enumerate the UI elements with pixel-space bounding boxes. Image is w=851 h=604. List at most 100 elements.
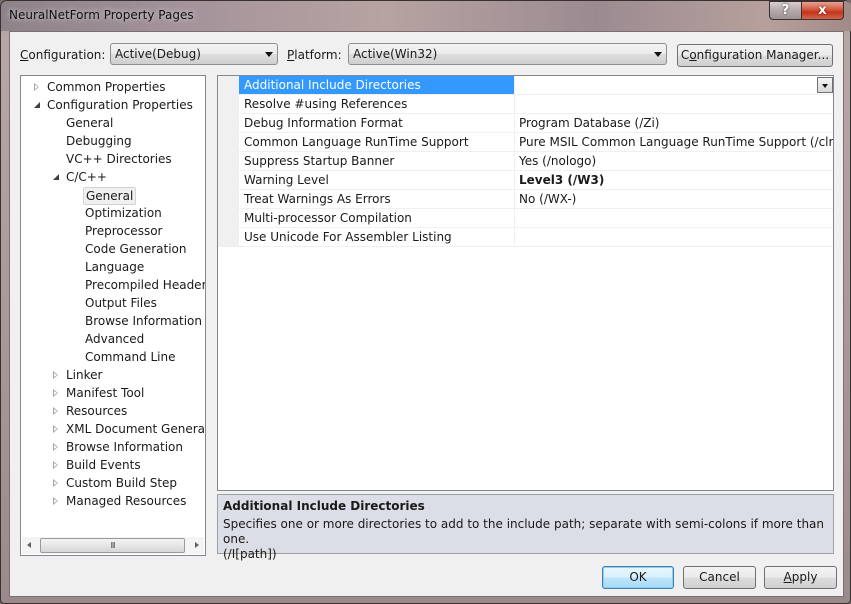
chevron-down-icon	[265, 52, 273, 57]
tree-item[interactable]: Manifest Tool	[21, 385, 205, 402]
property-name[interactable]: Additional Include Directories	[239, 76, 515, 94]
cancel-button[interactable]: Cancel	[683, 566, 756, 589]
tree-item[interactable]: Precompiled Headers	[21, 277, 205, 294]
tree-item[interactable]: C/C++	[21, 169, 205, 186]
collapsed-arrow-icon[interactable]	[53, 425, 58, 433]
tree-item[interactable]: VC++ Directories	[21, 151, 205, 168]
collapsed-arrow-icon[interactable]	[53, 479, 58, 487]
collapsed-arrow-icon[interactable]	[53, 389, 58, 397]
tree-item-label: Manifest Tool	[66, 386, 145, 400]
property-value[interactable]	[515, 76, 833, 94]
collapsed-arrow-icon[interactable]	[53, 371, 58, 379]
tree-item-label: Linker	[66, 368, 103, 382]
property-value[interactable]	[515, 228, 833, 246]
property-value[interactable]: Pure MSIL Common Language RunTime Suppor…	[515, 133, 833, 151]
tree-item[interactable]: Common Properties	[21, 79, 205, 96]
property-name[interactable]: Warning Level	[239, 171, 515, 189]
property-value[interactable]	[515, 95, 833, 113]
property-value[interactable]: Program Database (/Zi)	[515, 114, 833, 132]
tree-item[interactable]: Preprocessor	[21, 223, 205, 240]
tree-item[interactable]: Browse Information	[21, 313, 205, 330]
tree-item-label: Common Properties	[47, 80, 166, 94]
window-title: NeuralNetForm Property Pages	[9, 8, 194, 22]
property-row[interactable]: Multi-processor Compilation	[239, 209, 833, 228]
close-button[interactable]: x	[801, 1, 844, 20]
configuration-manager-button[interactable]: Configuration Manager...	[677, 44, 833, 67]
tree-item[interactable]: Language	[21, 259, 205, 276]
property-value[interactable]: Yes (/nologo)	[515, 152, 833, 170]
tree-item[interactable]: Managed Resources	[21, 493, 205, 510]
property-row[interactable]: Treat Warnings As Errors No (/WX-)	[239, 190, 833, 209]
collapsed-arrow-icon[interactable]	[53, 443, 58, 451]
tree-item[interactable]: Optimization	[21, 205, 205, 222]
collapsed-arrow-icon[interactable]	[34, 83, 39, 91]
title-bar[interactable]: NeuralNetForm Property Pages ? x	[1, 1, 851, 31]
platform-select[interactable]: Active(Win32)	[348, 43, 667, 65]
tree-item[interactable]: General	[21, 115, 205, 132]
property-name[interactable]: Resolve #using References	[239, 95, 515, 113]
grid-gutter	[218, 76, 239, 247]
tree-item[interactable]: XML Document Generator	[21, 421, 205, 438]
tree-item-label: Resources	[66, 404, 128, 418]
property-value[interactable]: No (/WX-)	[515, 190, 833, 208]
tree-item-label: Preprocessor	[85, 224, 163, 238]
tree-item[interactable]: Linker	[21, 367, 205, 384]
tree-item[interactable]: Code Generation	[21, 241, 205, 258]
description-text: Specifies one or more directories to add…	[223, 517, 825, 546]
property-name[interactable]: Multi-processor Compilation	[239, 209, 515, 227]
tree-item-label: Optimization	[85, 206, 162, 220]
tree-item-label: Precompiled Headers	[85, 278, 206, 292]
description-switch: (/I[path])	[223, 547, 277, 561]
collapsed-arrow-icon[interactable]	[53, 497, 58, 505]
tree-item[interactable]: Browse Information	[21, 439, 205, 456]
expanded-arrow-icon[interactable]	[53, 174, 59, 180]
tree-item[interactable]: Resources	[21, 403, 205, 420]
property-row[interactable]: Additional Include Directories	[239, 76, 833, 95]
ok-button[interactable]: OK	[602, 566, 674, 589]
tree-item[interactable]: Custom Build Step	[21, 475, 205, 492]
collapsed-arrow-icon[interactable]	[53, 407, 58, 415]
property-name[interactable]: Suppress Startup Banner	[239, 152, 515, 170]
tree-item-label: Managed Resources	[66, 494, 187, 508]
configuration-select[interactable]: Active(Debug)	[110, 43, 278, 65]
scroll-thumb[interactable]: III	[40, 538, 185, 553]
help-button[interactable]: ?	[769, 1, 802, 20]
tree-item-label: C/C++	[66, 170, 107, 184]
property-row[interactable]: Suppress Startup Banner Yes (/nologo)	[239, 152, 833, 171]
value-dropdown-button[interactable]	[817, 77, 833, 93]
scroll-left-icon[interactable]	[27, 542, 31, 548]
property-row[interactable]: Warning Level Level3 (/W3)	[239, 171, 833, 190]
scroll-right-icon[interactable]	[195, 542, 199, 548]
tree-item[interactable]: Configuration Properties	[21, 97, 205, 114]
property-name[interactable]: Debug Information Format	[239, 114, 515, 132]
property-tree[interactable]: Common Properties Configuration Propertie…	[20, 75, 206, 556]
collapsed-arrow-icon[interactable]	[53, 461, 58, 469]
property-name[interactable]: Use Unicode For Assembler Listing	[239, 228, 515, 246]
property-row[interactable]: Use Unicode For Assembler Listing	[239, 228, 833, 247]
property-name[interactable]: Common Language RunTime Support	[239, 133, 515, 151]
tree-item[interactable]: Command Line	[21, 349, 205, 366]
tree-item[interactable]: General	[21, 187, 205, 205]
tree-item[interactable]: Advanced	[21, 331, 205, 348]
property-grid[interactable]: Additional Include Directories Resolve #u…	[217, 75, 834, 491]
tree-item-label: Browse Information	[66, 440, 183, 454]
close-icon: x	[818, 3, 827, 18]
apply-button[interactable]: Apply	[764, 566, 837, 589]
tree-item-label: Configuration Properties	[47, 98, 193, 112]
property-row[interactable]: Resolve #using References	[239, 95, 833, 114]
property-row[interactable]: Debug Information Format Program Database…	[239, 114, 833, 133]
horizontal-scrollbar[interactable]: III	[22, 537, 204, 554]
property-value[interactable]: Level3 (/W3)	[515, 171, 833, 189]
tree-item[interactable]: Debugging	[21, 133, 205, 150]
tree-item[interactable]: Build Events	[21, 457, 205, 474]
property-name[interactable]: Treat Warnings As Errors	[239, 190, 515, 208]
tree-item[interactable]: Output Files	[21, 295, 205, 312]
platform-value: Active(Win32)	[353, 47, 438, 61]
tree-item-label: Build Events	[66, 458, 141, 472]
platform-label: Platform:	[287, 48, 342, 62]
property-row[interactable]: Common Language RunTime Support Pure MSIL…	[239, 133, 833, 152]
expanded-arrow-icon[interactable]	[34, 102, 40, 108]
property-value[interactable]	[515, 209, 833, 227]
tree-item-label: General	[83, 187, 137, 205]
description-title: Additional Include Directories	[223, 499, 425, 513]
